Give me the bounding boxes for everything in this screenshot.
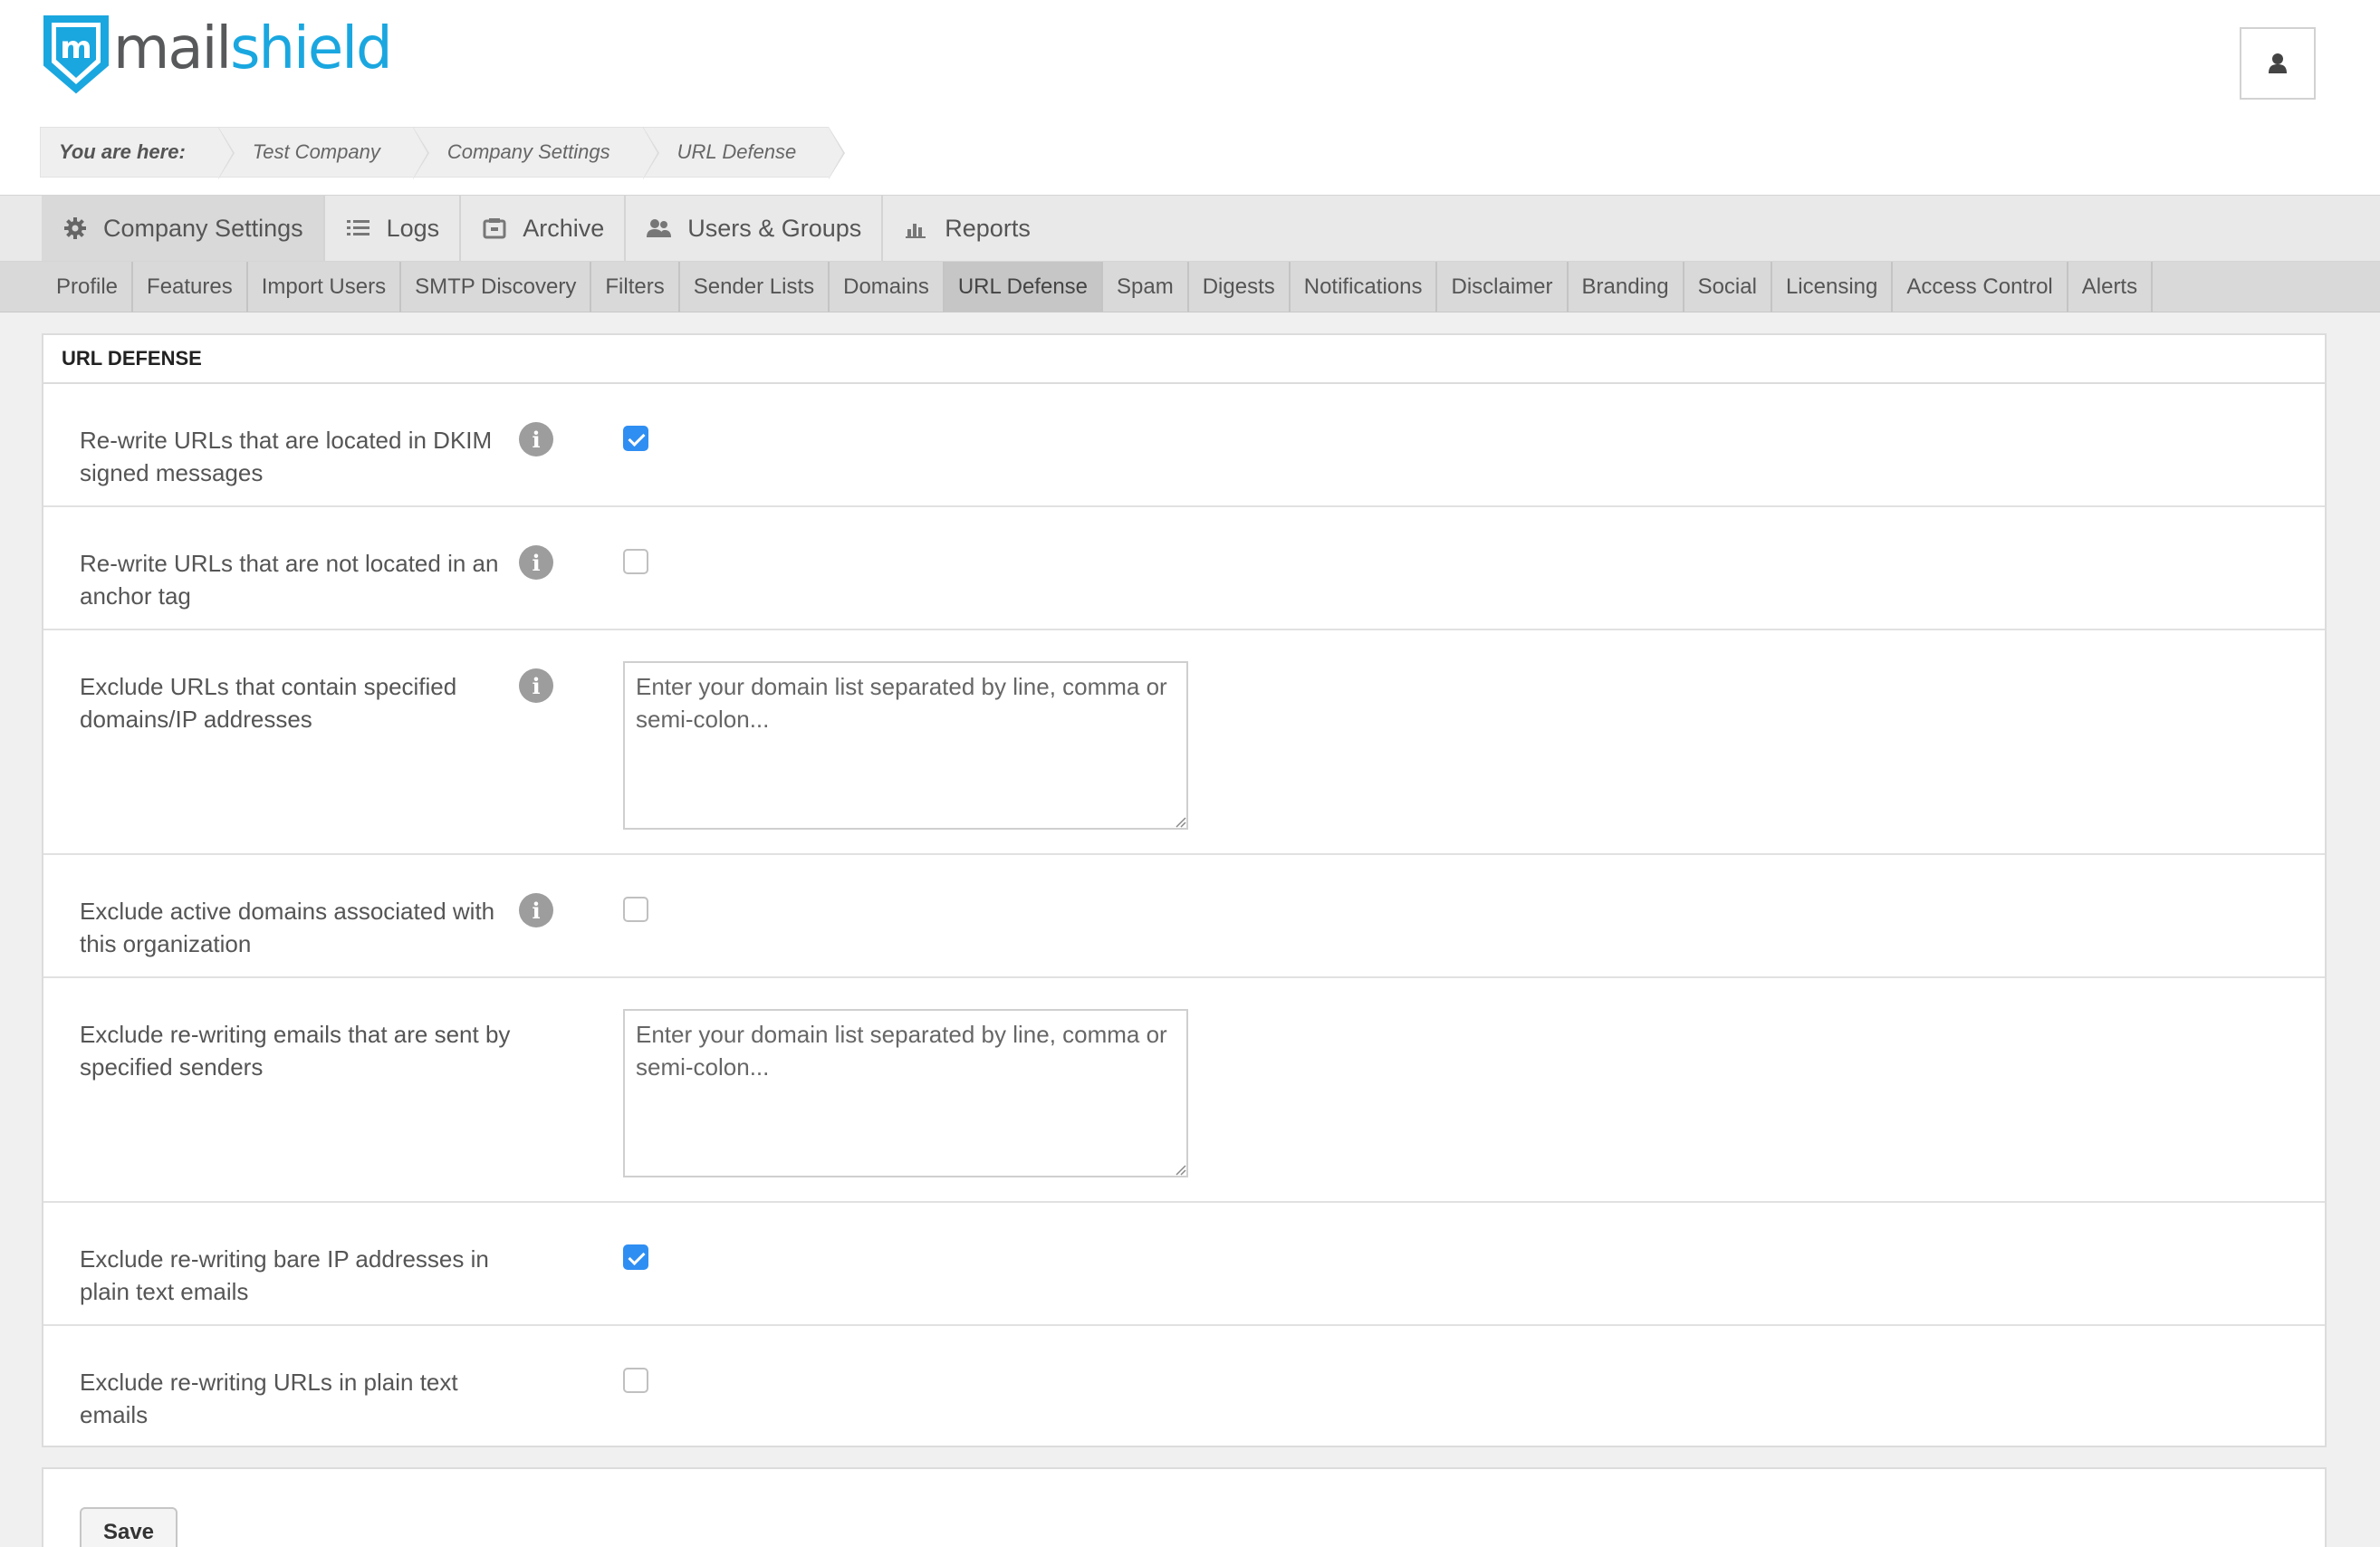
subtab-spam[interactable]: Spam <box>1103 262 1189 312</box>
logo-mail-text: mail <box>113 14 232 82</box>
exclude-bare-ip-checkbox[interactable] <box>623 1244 648 1270</box>
gear-icon <box>62 215 89 242</box>
tab-company-settings-label: Company Settings <box>103 214 303 242</box>
subtab-filters[interactable]: Filters <box>591 262 680 312</box>
tab-reports[interactable]: Reports <box>883 196 1051 261</box>
subtab-features[interactable]: Features <box>133 262 248 312</box>
resize-grip-icon[interactable] <box>1174 1163 1186 1176</box>
panel-title: URL DEFENSE <box>43 335 2325 384</box>
setting-row-active-domains: Exclude active domains associated with t… <box>43 855 2325 978</box>
setting-row-dkim: Re-write URLs that are located in DKIM s… <box>43 384 2325 507</box>
save-button[interactable]: Save <box>80 1507 178 1547</box>
exclude-senders-textarea[interactable] <box>623 1009 1188 1177</box>
anchor-rewrite-checkbox[interactable] <box>623 549 648 574</box>
exclude-plain-text-checkbox[interactable] <box>623 1368 648 1393</box>
subtab-branding[interactable]: Branding <box>1569 262 1684 312</box>
subtab-domains[interactable]: Domains <box>830 262 945 312</box>
dkim-rewrite-checkbox[interactable] <box>623 426 648 451</box>
subtab-licensing[interactable]: Licensing <box>1772 262 1894 312</box>
tab-users-groups-label: Users & Groups <box>687 214 862 242</box>
breadcrumb: You are here: Test Company Company Setti… <box>40 127 845 179</box>
tab-logs[interactable]: Logs <box>325 196 462 261</box>
bar-chart-icon <box>903 215 930 242</box>
main-nav: Company Settings Logs Archive Users & Gr… <box>0 195 2380 262</box>
setting-row-anchor: Re-write URLs that are not located in an… <box>43 507 2325 630</box>
users-icon <box>646 215 673 242</box>
mailshield-logo[interactable]: m mailshield <box>41 11 393 97</box>
breadcrumb-prefix: You are here: <box>41 127 235 179</box>
info-icon[interactable]: i <box>519 893 553 927</box>
setting-label: Exclude re-writing emails that are sent … <box>80 1021 511 1081</box>
setting-row-plain-text: Exclude re-writing URLs in plain text em… <box>43 1326 2325 1447</box>
subtab-profile[interactable]: Profile <box>42 262 134 312</box>
breadcrumb-url-defense: URL Defense <box>643 127 845 179</box>
header: m mailshield You are here: Test Company … <box>0 0 2380 195</box>
info-icon[interactable]: i <box>519 422 553 456</box>
list-icon <box>345 215 372 242</box>
subtab-alerts[interactable]: Alerts <box>2068 262 2154 312</box>
setting-label: Re-write URLs that are not located in an… <box>80 550 499 610</box>
tab-archive[interactable]: Archive <box>461 196 627 261</box>
tab-reports-label: Reports <box>945 214 1031 242</box>
setting-row-bare-ip: Exclude re-writing bare IP addresses in … <box>43 1203 2325 1326</box>
logo-letter: m <box>60 30 91 66</box>
url-defense-panel: URL DEFENSE Re-write URLs that are locat… <box>42 333 2327 1447</box>
resize-grip-icon[interactable] <box>1174 815 1186 828</box>
setting-label: Exclude URLs that contain specified doma… <box>80 673 457 733</box>
subtab-sender-lists[interactable]: Sender Lists <box>680 262 830 312</box>
archive-icon <box>481 215 508 242</box>
tab-archive-label: Archive <box>523 214 605 242</box>
tab-logs-label: Logs <box>386 214 440 242</box>
setting-label: Exclude re-writing bare IP addresses in … <box>80 1245 489 1305</box>
setting-row-exclude-domains: Exclude URLs that contain specified doma… <box>43 630 2325 855</box>
logo-shield-text: shield <box>230 14 392 82</box>
user-menu-button[interactable] <box>2240 27 2316 100</box>
setting-row-exclude-senders: Exclude re-writing emails that are sent … <box>43 978 2325 1203</box>
form-actions: Save <box>42 1467 2327 1547</box>
tab-company-settings[interactable]: Company Settings <box>42 196 325 261</box>
subtab-smtp-discovery[interactable]: SMTP Discovery <box>401 262 592 312</box>
setting-label: Re-write URLs that are located in DKIM s… <box>80 427 493 486</box>
user-icon <box>2269 53 2287 73</box>
exclude-active-domains-checkbox[interactable] <box>623 897 648 922</box>
subtab-notifications[interactable]: Notifications <box>1291 262 1438 312</box>
breadcrumb-company-settings[interactable]: Company Settings <box>413 127 659 179</box>
shield-logo-icon: m <box>43 14 109 93</box>
breadcrumb-test-company[interactable]: Test Company <box>218 127 429 179</box>
tab-users-groups[interactable]: Users & Groups <box>626 196 884 261</box>
subtab-access-control[interactable]: Access Control <box>1893 262 2068 312</box>
logo-wordmark: mailshield <box>113 14 393 82</box>
setting-label: Exclude re-writing URLs in plain text em… <box>80 1369 458 1428</box>
subtab-import-users[interactable]: Import Users <box>248 262 402 312</box>
subtab-social[interactable]: Social <box>1684 262 1772 312</box>
setting-label: Exclude active domains associated with t… <box>80 898 495 957</box>
info-icon[interactable]: i <box>519 545 553 580</box>
subtab-url-defense[interactable]: URL Defense <box>944 262 1104 312</box>
sub-nav: Profile Features Import Users SMTP Disco… <box>0 262 2380 312</box>
info-icon[interactable]: i <box>519 668 553 703</box>
exclude-domains-textarea[interactable] <box>623 661 1188 830</box>
subtab-disclaimer[interactable]: Disclaimer <box>1437 262 1569 312</box>
subtab-digests[interactable]: Digests <box>1189 262 1291 312</box>
